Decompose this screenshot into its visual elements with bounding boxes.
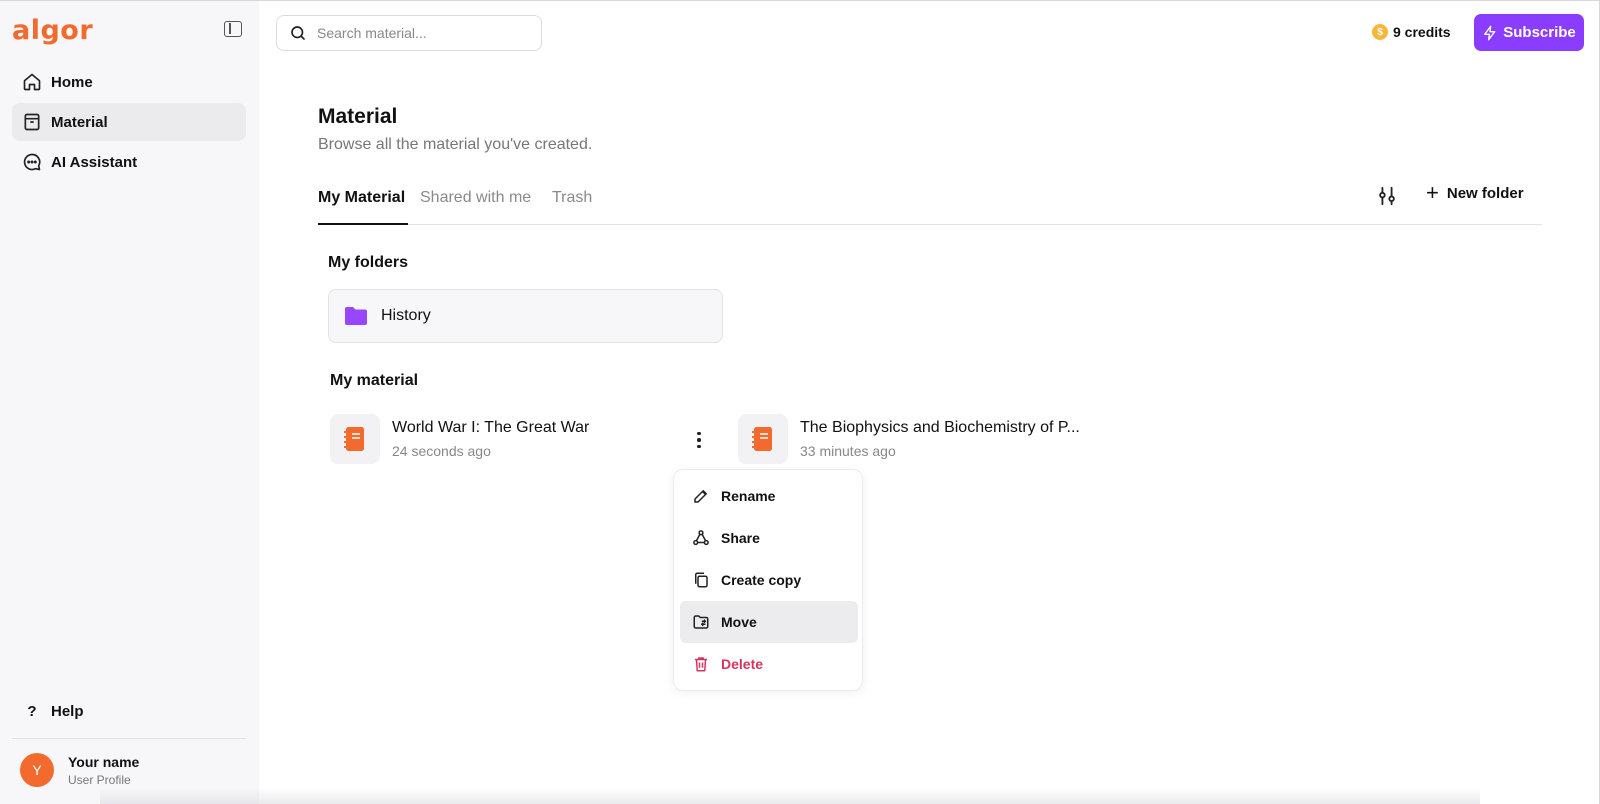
bottom-shadow	[100, 788, 1480, 804]
material-time: 24 seconds ago	[392, 443, 491, 459]
search-input[interactable]	[317, 25, 517, 41]
sidebar: algor Home Material AI Assistant ? Help …	[0, 1, 259, 804]
menu-item-label: Move	[721, 614, 757, 630]
filter-icon[interactable]	[1376, 185, 1398, 207]
context-menu: Rename Share Create copy Move Delete	[673, 469, 863, 691]
folder-move-icon	[693, 615, 709, 629]
user-profile[interactable]: Y Your name User Profile	[20, 753, 139, 787]
notebook-icon	[738, 414, 788, 464]
tabs-divider	[318, 224, 1542, 225]
material-title: The Biophysics and Biochemistry of P...	[800, 419, 1080, 436]
sidebar-item-label: Home	[51, 73, 93, 91]
menu-item-label: Share	[721, 530, 760, 546]
active-tab-indicator	[318, 223, 408, 225]
menu-item-rename[interactable]: Rename	[680, 475, 858, 517]
sidebar-item-home[interactable]: Home	[12, 63, 246, 101]
menu-item-label: Delete	[721, 656, 764, 672]
avatar: Y	[20, 753, 54, 787]
new-folder-button[interactable]: + New folder	[1426, 180, 1524, 205]
app-logo[interactable]: algor	[12, 15, 93, 46]
sidebar-item-label: Material	[51, 113, 108, 131]
new-folder-label: New folder	[1446, 184, 1524, 202]
material-heading: My material	[330, 372, 419, 389]
help-icon: ?	[27, 703, 37, 720]
sidebar-toggle-icon[interactable]	[224, 21, 242, 37]
material-time: 33 minutes ago	[800, 443, 896, 459]
folder-card[interactable]: History	[328, 289, 723, 343]
search-box[interactable]	[276, 15, 542, 51]
sidebar-divider	[12, 738, 246, 739]
search-icon	[291, 26, 305, 40]
profile-name: Your name	[68, 753, 140, 770]
tab-shared-with-me[interactable]: Shared with me	[420, 189, 531, 207]
folder-icon	[345, 307, 367, 325]
material-item[interactable]: World War I: The Great War 24 seconds ag…	[330, 414, 589, 464]
folders-heading: My folders	[328, 254, 409, 271]
page-subtitle: Browse all the material you've created.	[318, 136, 593, 153]
folder-name: History	[381, 307, 431, 324]
plus-icon: +	[1426, 180, 1439, 205]
lightning-icon	[1484, 25, 1496, 40]
sidebar-item-label: AI Assistant	[51, 153, 138, 171]
help-link[interactable]: ? Help	[22, 703, 84, 720]
credits-display[interactable]: $ 9 credits	[1372, 24, 1451, 40]
pencil-icon	[694, 490, 707, 503]
copy-icon	[695, 572, 708, 588]
sidebar-item-ai-assistant[interactable]: AI Assistant	[12, 143, 246, 181]
menu-item-label: Create copy	[721, 572, 802, 588]
ai-assistant-icon	[22, 152, 42, 172]
material-title: World War I: The Great War	[392, 419, 590, 436]
credits-label: 9 credits	[1393, 24, 1451, 40]
subscribe-button[interactable]: Subscribe	[1474, 14, 1584, 51]
material-icon	[22, 112, 42, 132]
menu-item-label: Rename	[721, 488, 776, 504]
menu-item-create-copy[interactable]: Create copy	[680, 559, 858, 601]
tab-trash[interactable]: Trash	[552, 189, 592, 207]
material-item[interactable]: The Biophysics and Biochemistry of P... …	[738, 414, 1080, 464]
page-title: Material	[318, 105, 398, 128]
profile-subtitle: User Profile	[68, 772, 131, 787]
tab-my-material[interactable]: My Material	[318, 189, 405, 207]
sidebar-item-material[interactable]: Material	[12, 103, 246, 141]
more-options-icon[interactable]	[689, 428, 709, 452]
help-label: Help	[51, 703, 84, 720]
trash-icon	[695, 657, 707, 672]
coin-icon: $	[1372, 24, 1388, 40]
menu-item-move[interactable]: Move	[680, 601, 858, 643]
home-icon	[22, 72, 42, 92]
menu-item-share[interactable]: Share	[680, 517, 858, 559]
menu-item-delete[interactable]: Delete	[680, 643, 858, 685]
share-icon	[693, 530, 709, 546]
notebook-icon	[330, 414, 380, 464]
subscribe-label: Subscribe	[1503, 24, 1576, 41]
